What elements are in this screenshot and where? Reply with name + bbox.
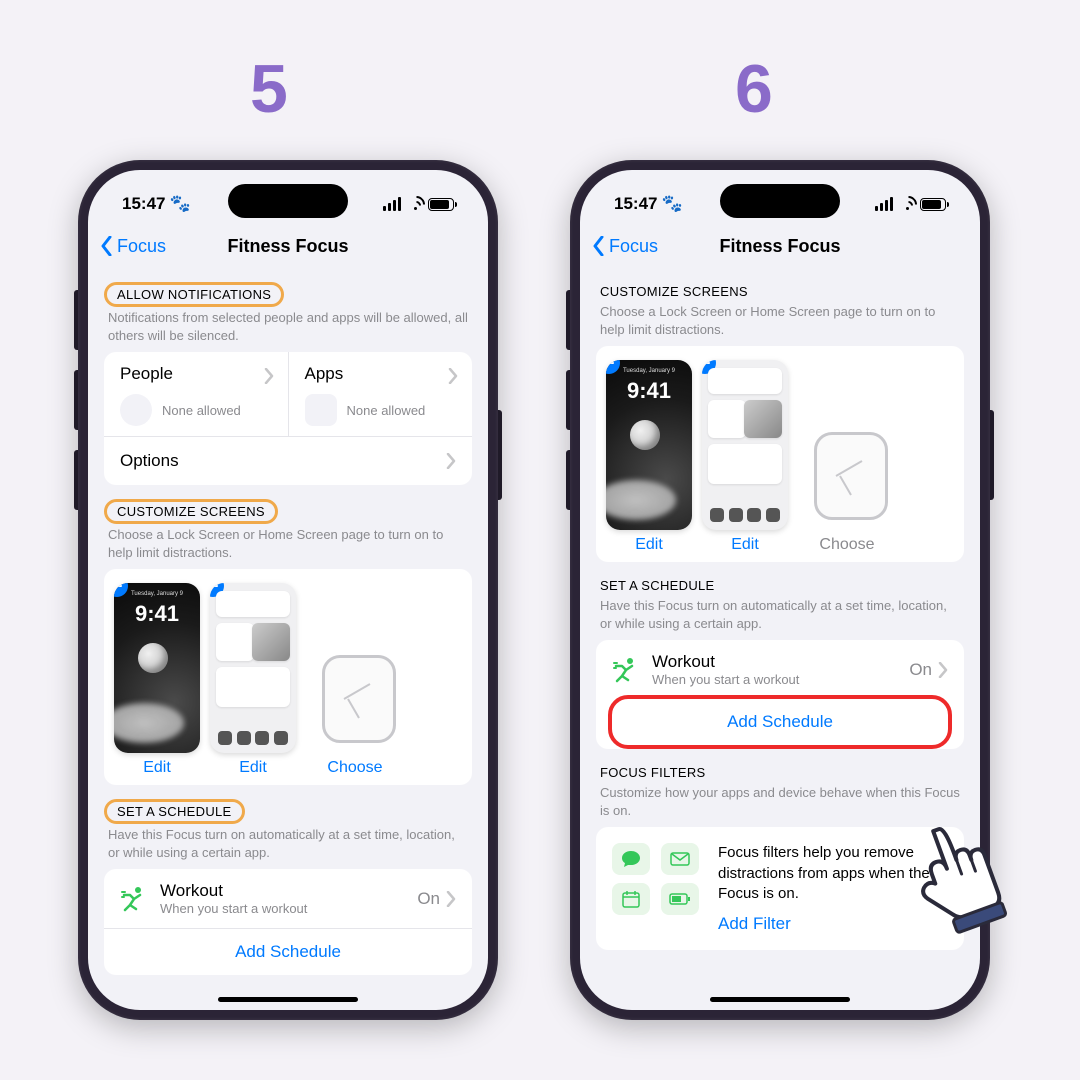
back-button[interactable]: Focus	[592, 236, 658, 257]
wifi-icon	[406, 198, 423, 210]
highlight-add-schedule: Add Schedule	[608, 695, 952, 749]
chevron-right-icon	[446, 453, 456, 469]
edit-homescreen-button[interactable]: Edit	[239, 759, 267, 777]
workout-row[interactable]: Workout When you start a workout On	[596, 640, 964, 699]
screens-card: Tuesday, January 9 9:41 Edit Edit	[104, 569, 472, 785]
lock-date: Tuesday, January 9	[114, 591, 200, 597]
nav-title: Fitness Focus	[227, 236, 348, 257]
schedule-card: Workout When you start a workout On Add …	[596, 640, 964, 749]
apps-button[interactable]: Apps None allowed	[289, 352, 473, 436]
add-schedule-label: Add Schedule	[235, 942, 341, 962]
status-time: 15:47	[122, 194, 165, 214]
chevron-right-icon	[938, 662, 948, 678]
step-label-6: 6	[735, 50, 773, 128]
edit-lockscreen-button[interactable]: Edit	[143, 759, 171, 777]
phone-mockup-5: 15:47 🐾 Focus Fitness Focus ALLOW NOTIFI…	[78, 160, 498, 1020]
choose-watch-button[interactable]: Choose	[327, 759, 382, 777]
cellular-icon	[383, 197, 401, 211]
chevron-right-icon	[448, 368, 458, 384]
lock-date: Tuesday, January 9	[606, 368, 692, 374]
battery-icon	[428, 198, 454, 211]
highlight-customize-screens: CUSTOMIZE SCREENS	[104, 499, 278, 524]
chevron-right-icon	[264, 368, 274, 384]
workout-label: Workout	[160, 881, 307, 901]
workout-state: On	[909, 660, 932, 680]
lock-time: 9:41	[114, 601, 200, 627]
schedule-sub: Have this Focus turn on automatically at…	[88, 826, 488, 869]
paw-icon: 🐾	[169, 194, 190, 214]
watch-icon	[322, 655, 396, 743]
status-time: 15:47	[614, 194, 657, 214]
chevron-right-icon	[446, 891, 456, 907]
watch-thumb[interactable]	[314, 645, 404, 753]
options-label: Options	[120, 451, 179, 471]
schedule-header: SET A SCHEDULE	[580, 562, 980, 597]
workout-state: On	[417, 889, 440, 909]
back-button[interactable]: Focus	[100, 236, 166, 257]
add-schedule-button[interactable]: Add Schedule	[104, 928, 472, 975]
allow-card: People None allowed Apps None allowed Op…	[104, 352, 472, 485]
workout-sublabel: When you start a workout	[652, 672, 799, 687]
dynamic-island	[720, 184, 840, 218]
moon-icon	[138, 643, 168, 673]
customize-sub: Choose a Lock Screen or Home Screen page…	[580, 303, 980, 346]
messages-icon	[612, 843, 650, 875]
customize-sub: Choose a Lock Screen or Home Screen page…	[88, 526, 488, 569]
filters-header: FOCUS FILTERS	[580, 749, 980, 784]
back-label: Focus	[609, 236, 658, 257]
choose-watch-button[interactable]: Choose	[819, 536, 874, 554]
wifi-icon	[898, 198, 915, 210]
screens-card: Tuesday, January 9 9:41 Edit Edit	[596, 346, 964, 562]
moon-icon	[630, 420, 660, 450]
lockscreen-thumb[interactable]: Tuesday, January 9 9:41	[606, 360, 692, 530]
filter-icon-grid	[612, 843, 702, 915]
apps-none: None allowed	[347, 403, 426, 418]
schedule-card: Workout When you start a workout On Add …	[104, 869, 472, 975]
add-schedule-label: Add Schedule	[727, 712, 833, 731]
pointing-hand-icon	[898, 805, 1018, 935]
cellular-icon	[875, 197, 893, 211]
schedule-sub: Have this Focus turn on automatically at…	[580, 597, 980, 640]
apps-label: Apps	[305, 364, 457, 384]
watch-icon	[814, 432, 888, 520]
battery-filter-icon	[661, 883, 699, 915]
avatar-placeholder	[120, 394, 152, 426]
dynamic-island	[228, 184, 348, 218]
back-label: Focus	[117, 236, 166, 257]
battery-icon	[920, 198, 946, 211]
add-schedule-button[interactable]: Add Schedule	[612, 699, 948, 745]
homescreen-thumb[interactable]	[702, 360, 788, 530]
workout-row[interactable]: Workout When you start a workout On	[104, 869, 472, 928]
nav-bar: Focus Fitness Focus	[580, 224, 980, 268]
workout-label: Workout	[652, 652, 799, 672]
nav-bar: Focus Fitness Focus	[88, 224, 488, 268]
people-button[interactable]: People None allowed	[104, 352, 289, 436]
workout-sublabel: When you start a workout	[160, 901, 307, 916]
appicon-placeholder	[305, 394, 337, 426]
home-indicator[interactable]	[710, 997, 850, 1002]
nav-title: Fitness Focus	[719, 236, 840, 257]
edit-homescreen-button[interactable]: Edit	[731, 536, 759, 554]
highlight-set-schedule: SET A SCHEDULE	[104, 799, 245, 824]
customize-header: CUSTOMIZE SCREENS	[580, 268, 980, 303]
lockscreen-thumb[interactable]: Tuesday, January 9 9:41	[114, 583, 200, 753]
running-icon	[612, 656, 640, 684]
lock-time: 9:41	[606, 378, 692, 404]
edit-lockscreen-button[interactable]: Edit	[635, 536, 663, 554]
watch-thumb[interactable]	[806, 422, 896, 530]
people-label: People	[120, 364, 272, 384]
calendar-icon	[612, 883, 650, 915]
step-label-5: 5	[250, 50, 288, 128]
homescreen-thumb[interactable]	[210, 583, 296, 753]
people-none: None allowed	[162, 403, 241, 418]
allow-notifications-sub: Notifications from selected people and a…	[88, 309, 488, 352]
highlight-allow-notifications: ALLOW NOTIFICATIONS	[104, 282, 284, 307]
home-indicator[interactable]	[218, 997, 358, 1002]
chevron-left-icon	[592, 236, 605, 256]
options-row[interactable]: Options	[104, 436, 472, 485]
mail-icon	[661, 843, 699, 875]
chevron-left-icon	[100, 236, 113, 256]
running-icon	[120, 885, 148, 913]
paw-icon: 🐾	[661, 194, 682, 214]
